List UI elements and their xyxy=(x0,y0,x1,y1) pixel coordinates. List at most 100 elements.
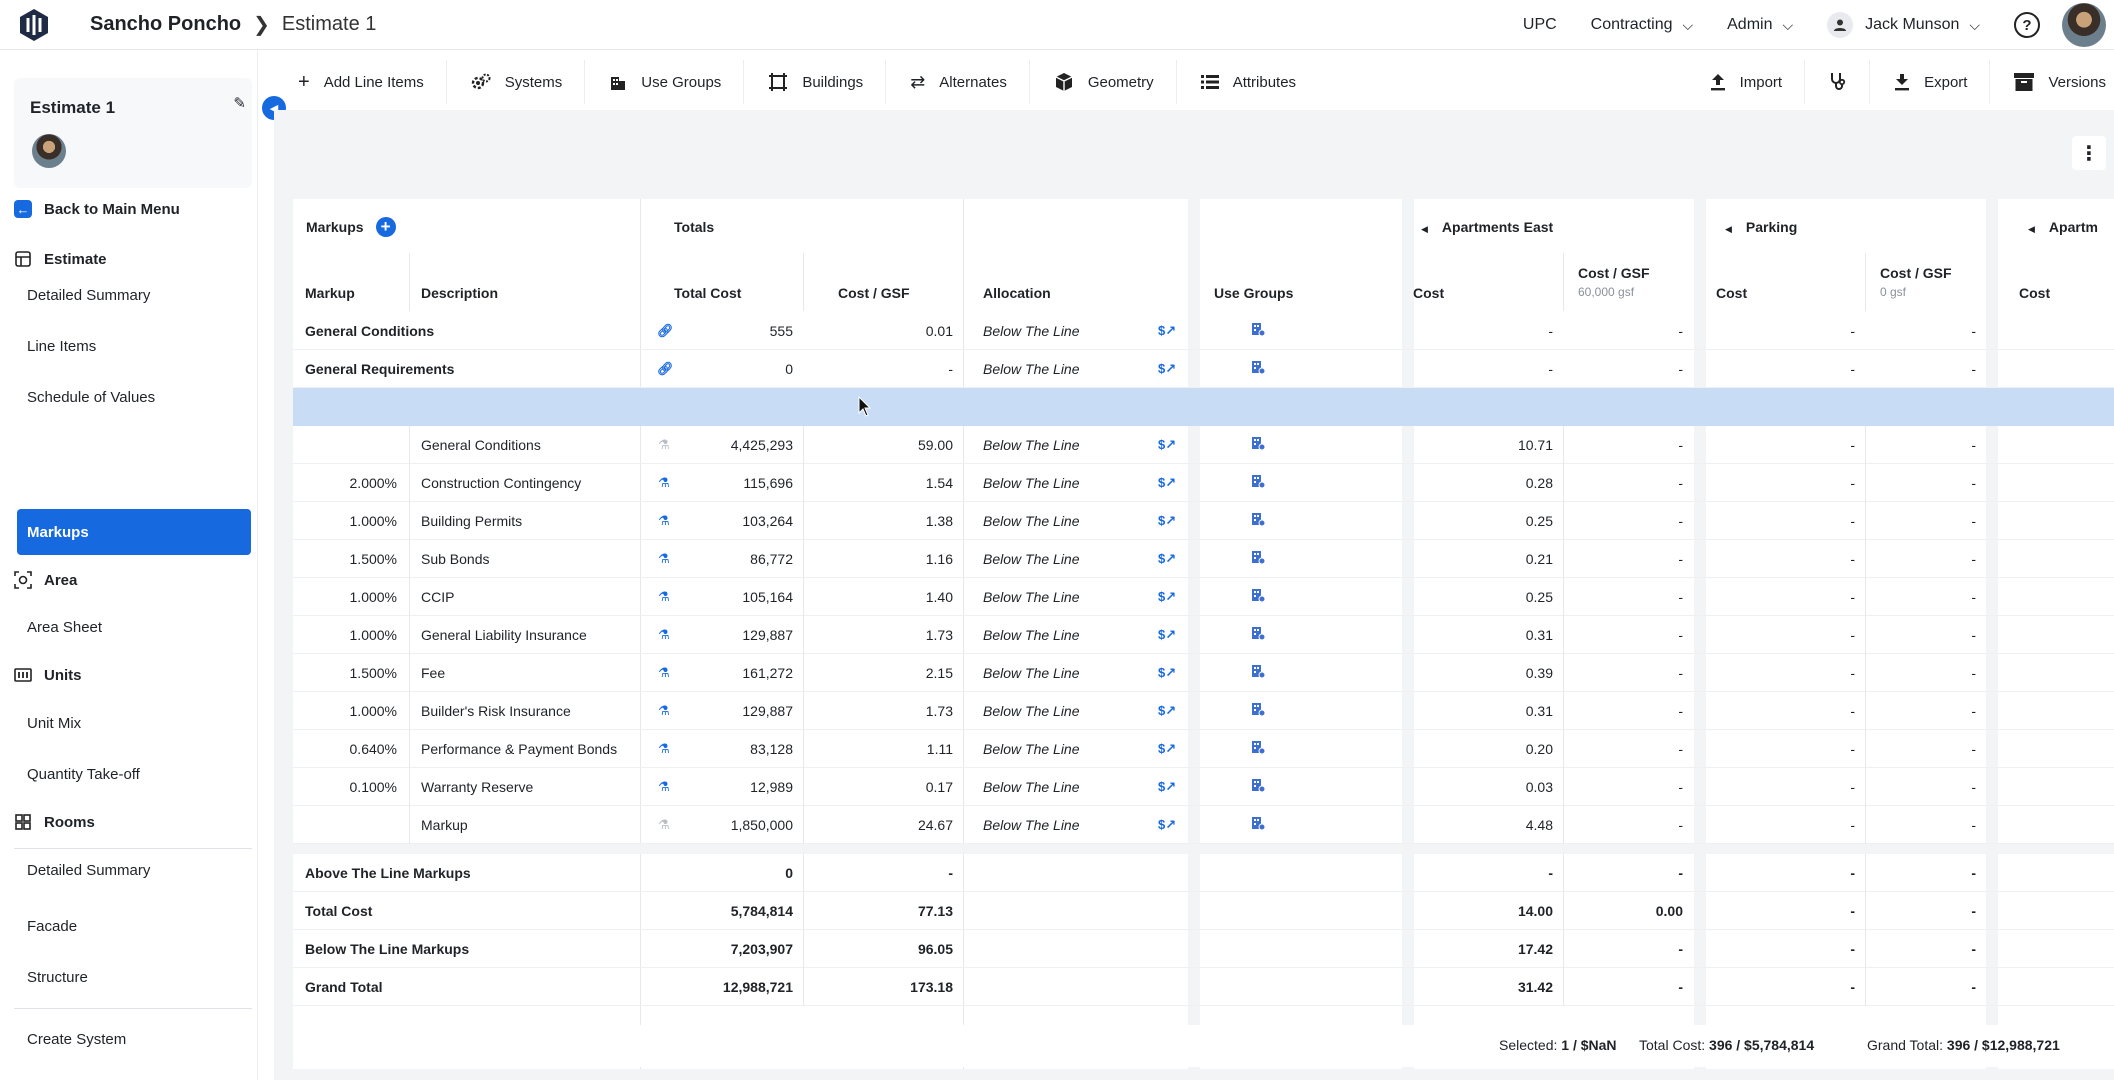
flask-icon[interactable]: ⚗︎ xyxy=(658,692,670,730)
sidebar-item-quantity-take-off[interactable]: Quantity Take-off xyxy=(17,751,251,797)
attributes-button[interactable]: Attributes xyxy=(1177,60,1318,104)
allocation-value[interactable]: Below The Line xyxy=(983,502,1080,540)
allocation-value[interactable]: Below The Line xyxy=(983,616,1080,654)
markup-description[interactable]: Fee xyxy=(421,654,445,692)
markup-percent[interactable]: 1.000% xyxy=(293,502,397,540)
markup-percent[interactable] xyxy=(293,426,397,464)
group-header-apartments-east[interactable]: ◀ Apartments East xyxy=(1421,219,1553,235)
table-row[interactable]: 1.000% Building Permits ⚗︎ 103,264 1.38 Below… xyxy=(293,502,2114,540)
table-row[interactable]: 2.000% Construction Contingency ⚗︎ 115,696 1… xyxy=(293,464,2114,502)
markup-percent[interactable]: 1.500% xyxy=(293,654,397,692)
add-markup-button[interactable]: + xyxy=(375,217,396,237)
allocation-value[interactable]: Below The Line xyxy=(983,350,1080,388)
use-groups-icon[interactable] xyxy=(1251,540,1265,578)
use-groups-icon[interactable] xyxy=(1251,502,1265,540)
markup-percent[interactable]: 1.000% xyxy=(293,616,397,654)
col-header-use-groups[interactable]: Use Groups xyxy=(1214,285,1293,301)
allocation-link-icon[interactable]: $↗ xyxy=(1158,768,1176,806)
allocation-link-icon[interactable]: $↗ xyxy=(1158,350,1176,388)
use-groups-icon[interactable] xyxy=(1251,350,1265,388)
user-menu[interactable]: Jack Munson ⌵ xyxy=(1827,12,1980,38)
avatar[interactable] xyxy=(2062,3,2106,47)
markup-description[interactable]: General Liability Insurance xyxy=(421,616,587,654)
group-header-parking[interactable]: ◀ Parking xyxy=(1725,219,1797,235)
table-row[interactable]: 0.100% Warranty Reserve ⚗︎ 12,989 0.17 Below … xyxy=(293,768,2114,806)
table-row[interactable]: 1.500% Fee ⚗︎ 161,272 2.15 Below The Line $↗ 0.… xyxy=(293,654,2114,692)
table-row[interactable]: General Conditions 🔗︎ 555 0.01 Below The… xyxy=(293,312,2114,350)
flask-icon[interactable]: ⚗︎ xyxy=(658,768,670,806)
markup-percent[interactable]: 1.000% xyxy=(293,578,397,616)
table-row[interactable]: 1.000% CCIP ⚗︎ 105,164 1.40 Below The Line $↗ 0… xyxy=(293,578,2114,616)
sidebar-item-area-sheet[interactable]: Area Sheet xyxy=(17,604,251,650)
markup-percent[interactable]: 1.500% xyxy=(293,540,397,578)
link-icon[interactable]: 🔗︎ xyxy=(657,350,674,388)
markup-percent[interactable]: 0.100% xyxy=(293,768,397,806)
systems-button[interactable]: Systems xyxy=(447,60,586,104)
allocation-value[interactable]: Below The Line xyxy=(983,730,1080,768)
menu-contracting[interactable]: Contracting ⌵ xyxy=(1591,16,1693,34)
sidebar-item-rooms-detailed-summary[interactable]: Detailed Summary xyxy=(17,847,251,893)
sidebar-item-markups[interactable]: Markups xyxy=(17,509,251,555)
flask-icon[interactable]: ⚗︎ xyxy=(658,464,670,502)
export-button[interactable]: Export xyxy=(1870,60,1991,104)
add-line-items-button[interactable]: + Add Line Items xyxy=(274,60,447,104)
col-header-cost-gsf[interactable]: Cost / GSF xyxy=(838,285,910,301)
markup-percent[interactable]: 0.640% xyxy=(293,730,397,768)
sidebar-item-unit-mix[interactable]: Unit Mix xyxy=(17,700,251,746)
allocation-link-icon[interactable]: $↗ xyxy=(1158,654,1176,692)
markup-percent[interactable]: 1.000% xyxy=(293,692,397,730)
markup-description[interactable]: Warranty Reserve xyxy=(421,768,533,806)
section-area[interactable]: Area xyxy=(14,571,77,589)
allocation-link-icon[interactable]: $↗ xyxy=(1158,806,1176,844)
back-to-main-menu-button[interactable]: ← Back to Main Menu xyxy=(14,200,180,218)
use-groups-icon[interactable] xyxy=(1251,654,1265,692)
table-row[interactable]: General Conditions ⚗︎ 4,425,293 59.00 Below … xyxy=(293,426,2114,464)
section-units[interactable]: Units xyxy=(14,666,82,684)
pencil-icon[interactable]: ✎ xyxy=(233,94,246,112)
sidebar-item-detailed-summary[interactable]: Detailed Summary xyxy=(17,272,251,318)
allocation-link-icon[interactable]: $↗ xyxy=(1158,426,1176,464)
allocation-link-icon[interactable]: $↗ xyxy=(1158,692,1176,730)
table-row[interactable]: Markup ⚗︎ 1,850,000 24.67 Below The Line $↗ 4.… xyxy=(293,806,2114,844)
markup-description[interactable]: Performance & Payment Bonds xyxy=(421,730,617,768)
allocation-link-icon[interactable]: $↗ xyxy=(1158,616,1176,654)
flask-icon[interactable]: ⚗︎ xyxy=(658,730,670,768)
breadcrumb-project[interactable]: Sancho Poncho xyxy=(90,13,241,36)
allocation-value[interactable]: Below The Line xyxy=(983,654,1080,692)
allocation-link-icon[interactable]: $↗ xyxy=(1158,578,1176,616)
allocation-value[interactable]: Below The Line xyxy=(983,426,1080,464)
markup-description[interactable]: Builder's Risk Insurance xyxy=(421,692,571,730)
allocation-link-icon[interactable]: $↗ xyxy=(1158,464,1176,502)
group-header-apartments-cut[interactable]: ◀ Apartm xyxy=(2028,219,2098,235)
geometry-button[interactable]: Geometry xyxy=(1030,60,1177,104)
app-logo-icon[interactable] xyxy=(16,7,52,43)
col-header-ae-cost[interactable]: Cost xyxy=(1413,285,1444,301)
col-header-ae-cost-gsf[interactable]: Cost / GSF xyxy=(1578,265,1650,281)
col-header-markup[interactable]: Markup xyxy=(305,285,355,301)
use-groups-icon[interactable] xyxy=(1251,806,1265,844)
flask-icon[interactable]: ⚗︎ xyxy=(658,578,670,616)
table-row[interactable]: 0.640% Performance & Payment Bonds ⚗︎ 83,12… xyxy=(293,730,2114,768)
flask-icon[interactable]: ⚗︎ xyxy=(658,654,670,692)
flask-icon[interactable]: ⚗︎ xyxy=(658,540,670,578)
flask-icon[interactable]: ⚗︎ xyxy=(658,502,670,540)
menu-upc[interactable]: UPC xyxy=(1523,16,1557,34)
allocation-value[interactable]: Below The Line xyxy=(983,692,1080,730)
table-row[interactable]: 1.500% Sub Bonds ⚗︎ 86,772 1.16 Below The Lin… xyxy=(293,540,2114,578)
allocation-link-icon[interactable]: $↗ xyxy=(1158,540,1176,578)
col-header-description[interactable]: Description xyxy=(421,285,498,301)
buildings-button[interactable]: Buildings xyxy=(744,60,887,104)
table-row[interactable]: 1.000% Builder's Risk Insurance ⚗︎ 129,887 1… xyxy=(293,692,2114,730)
col-header-pk-cost[interactable]: Cost xyxy=(1716,285,1747,301)
markup-description[interactable]: Markup xyxy=(421,806,468,844)
allocation-value[interactable]: Below The Line xyxy=(983,312,1080,350)
stethoscope-button[interactable] xyxy=(1805,60,1871,104)
link-icon[interactable]: 🔗︎ xyxy=(657,312,674,350)
allocation-value[interactable]: Below The Line xyxy=(983,768,1080,806)
flask-icon[interactable]: ⚗︎ xyxy=(658,616,670,654)
help-icon[interactable]: ? xyxy=(2014,12,2040,38)
allocation-value[interactable]: Below The Line xyxy=(983,464,1080,502)
table-row[interactable]: General Requirements 🔗︎ 0 - Below The Li… xyxy=(293,350,2114,388)
markup-description[interactable]: General Conditions xyxy=(421,426,541,464)
col-header-pk-cost-gsf[interactable]: Cost / GSF xyxy=(1880,265,1952,281)
